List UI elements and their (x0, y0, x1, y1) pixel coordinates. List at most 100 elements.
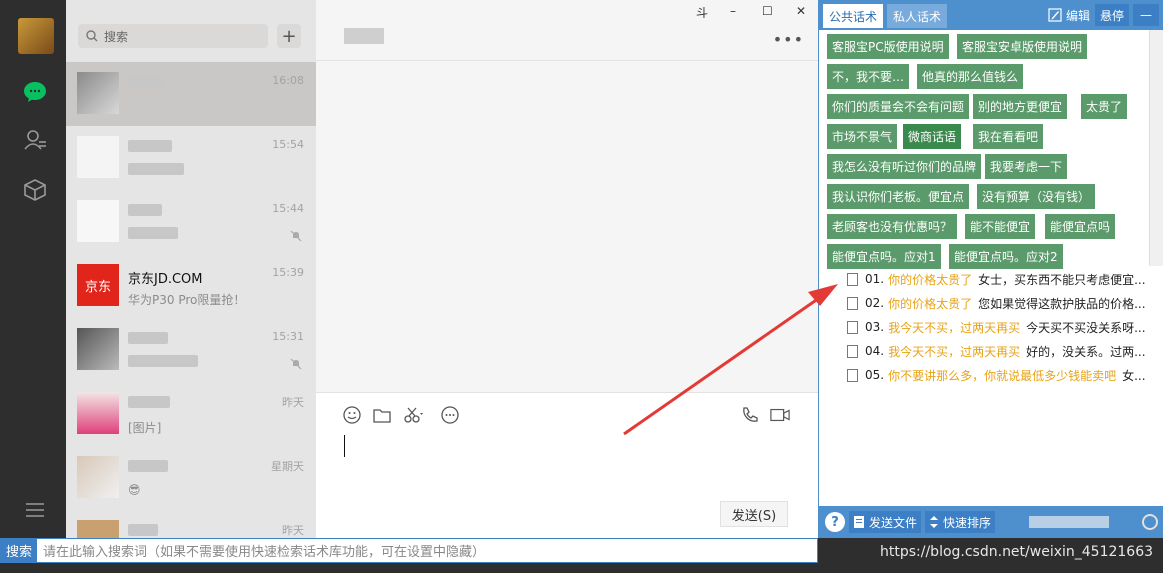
list-item[interactable]: 京东 京东JD.COM 华为P30 Pro限量抢！ 15:39 (66, 254, 316, 318)
tab-private-scripts[interactable]: 私人话术 (887, 4, 948, 28)
document-icon (847, 272, 858, 286)
script-button[interactable]: 太贵了 (1081, 94, 1128, 119)
script-question: 你的价格太贵了 (888, 272, 973, 287)
script-row[interactable]: 04. 我今天不买，过两天再买 好的，没关系。过两... (847, 340, 1163, 362)
composer: 发送(S) (316, 392, 818, 538)
text-cursor[interactable] (344, 435, 345, 457)
script-button[interactable]: 别的地方更便宜 (973, 94, 1068, 119)
sort-icon (930, 516, 938, 528)
script-button[interactable]: 客服宝PC版使用说明 (827, 34, 949, 59)
chat-time: 星期天 (271, 460, 304, 473)
script-button[interactable]: 市场不景气 (827, 124, 898, 149)
script-button[interactable]: 你们的质量会不会有问题 (827, 94, 970, 119)
script-question: 我今天不买，过两天再买 (888, 320, 1021, 335)
avatar (77, 200, 119, 242)
script-row[interactable]: 03. 我今天不买，过两天再买 今天买不买没关系呀... (847, 316, 1163, 338)
menu-icon[interactable] (21, 496, 49, 524)
list-item[interactable]: 😎 星期天 (66, 446, 316, 510)
script-button[interactable]: 我认识你们老板。便宜点 (827, 184, 970, 209)
chat-time: 15:44 (272, 202, 304, 215)
avatar (77, 392, 119, 434)
quick-search-label[interactable]: 搜索 (1, 539, 38, 562)
list-item[interactable]: 昨天 (66, 510, 316, 538)
script-number: 02. (865, 296, 885, 310)
list-item[interactable]: 15:54 (66, 126, 316, 190)
chat-name (128, 460, 168, 476)
chat-message: 华为P30 Pro限量抢！ (128, 293, 246, 307)
chat-icon[interactable] (21, 78, 49, 106)
script-button[interactable]: 他真的那么值钱么 (917, 64, 1024, 89)
file-icon (854, 516, 864, 528)
script-number: 03. (865, 320, 885, 334)
scissors-icon[interactable] (404, 405, 424, 425)
send-file-label: 发送文件 (869, 515, 918, 530)
edit-icon (1048, 8, 1062, 22)
script-answer: 您如果觉得这款护肤品的价格... (978, 296, 1146, 311)
script-row[interactable]: 02. 你的价格太贵了 您如果觉得这款护肤品的价格... (847, 292, 1163, 314)
tab-public-scripts[interactable]: 公共话术 (823, 4, 884, 28)
chat-time: 昨天 (282, 524, 304, 537)
float-button[interactable]: 悬停 (1095, 4, 1130, 26)
script-button[interactable]: 客服宝安卓版使用说明 (957, 34, 1088, 59)
send-button[interactable]: 发送(S) (720, 501, 788, 527)
pin-button[interactable]: ⽃ (696, 4, 708, 21)
quick-search-input[interactable]: 请在此输入搜索词（如果不需要使用快速检索话术库功能，可在设置中隐藏） (37, 541, 485, 560)
search-input[interactable]: 搜索 (78, 24, 268, 48)
add-button[interactable]: + (277, 24, 301, 48)
gear-icon[interactable] (1142, 514, 1158, 530)
script-button[interactable]: 能不能便宜 (965, 214, 1036, 239)
script-row[interactable]: 01. 你的价格太贵了 女士，买东西不能只考虑便宜... (847, 268, 1163, 290)
list-item[interactable]: [图片] 昨天 (66, 382, 316, 446)
contacts-icon[interactable] (21, 126, 49, 154)
help-icon[interactable]: ? (825, 512, 845, 532)
phone-icon[interactable] (740, 405, 760, 425)
script-button[interactable]: 不，我不要… (827, 64, 910, 89)
edit-button[interactable]: 编辑 (1043, 4, 1095, 26)
script-button-grid: 客服宝PC版使用说明 客服宝安卓版使用说明 不，我不要… 他真的那么值钱么 你们… (823, 30, 1145, 269)
send-file-button[interactable]: 发送文件 (849, 511, 922, 533)
chat-title (344, 28, 384, 44)
script-button[interactable]: 我怎么没有听过你们的品牌 (827, 154, 982, 179)
script-row[interactable]: 05. 你不要讲那么多，你就说最低多少钱能卖吧 女... (847, 364, 1163, 386)
favorites-cube-icon[interactable] (21, 176, 49, 204)
panel-footer: ? 发送文件 快速排序 (819, 506, 1163, 538)
scrollbar[interactable] (1149, 30, 1163, 266)
minimize-button[interactable]: – (730, 4, 736, 18)
list-item[interactable]: 16:08 (66, 62, 316, 126)
script-answer: 女... (1122, 368, 1146, 383)
document-icon (847, 296, 858, 310)
jd-logo-icon: 京东 (77, 264, 119, 306)
script-button[interactable]: 我在看看吧 (973, 124, 1044, 149)
chat-list: 搜索 + 16:08 15:54 15:44 京东 京东JD.COM 华为P30… (66, 0, 316, 538)
maximize-button[interactable]: ☐ (762, 4, 773, 18)
list-item[interactable]: 15:44 (66, 190, 316, 254)
quick-sort-button[interactable]: 快速排序 (925, 511, 996, 533)
chat-message (128, 355, 198, 370)
document-icon (847, 368, 858, 382)
avatar[interactable] (18, 18, 54, 54)
script-button[interactable]: 能便宜点吗 (1045, 214, 1116, 239)
script-number: 04. (865, 344, 885, 358)
chat-message (128, 227, 178, 242)
chat-time: 16:08 (272, 74, 304, 87)
folder-icon[interactable] (372, 405, 392, 425)
script-question: 你不要讲那么多，你就说最低多少钱能卖吧 (888, 368, 1117, 383)
chat-name (128, 332, 168, 348)
list-item[interactable]: 15:31 (66, 318, 316, 382)
more-icon[interactable]: ••• (773, 30, 804, 49)
script-button[interactable]: 老顾客也没有优惠吗？ (827, 214, 958, 239)
collapse-button[interactable]: — (1133, 4, 1159, 26)
document-icon (847, 344, 858, 358)
close-button[interactable]: ✕ (796, 4, 806, 18)
video-call-icon[interactable] (770, 405, 790, 425)
emoji-icon[interactable] (342, 405, 362, 425)
script-button[interactable]: 微商话语 (903, 124, 962, 149)
script-question: 我今天不买，过两天再买 (888, 344, 1021, 359)
script-number: 05. (865, 368, 885, 382)
chat-name (128, 396, 170, 412)
chat-bubble-icon[interactable] (440, 405, 460, 425)
script-button[interactable]: 我要考虑一下 (985, 154, 1068, 179)
avatar (77, 520, 119, 538)
script-button[interactable]: 没有预算（没有钱） (977, 184, 1096, 209)
mute-bell-icon (290, 230, 302, 242)
